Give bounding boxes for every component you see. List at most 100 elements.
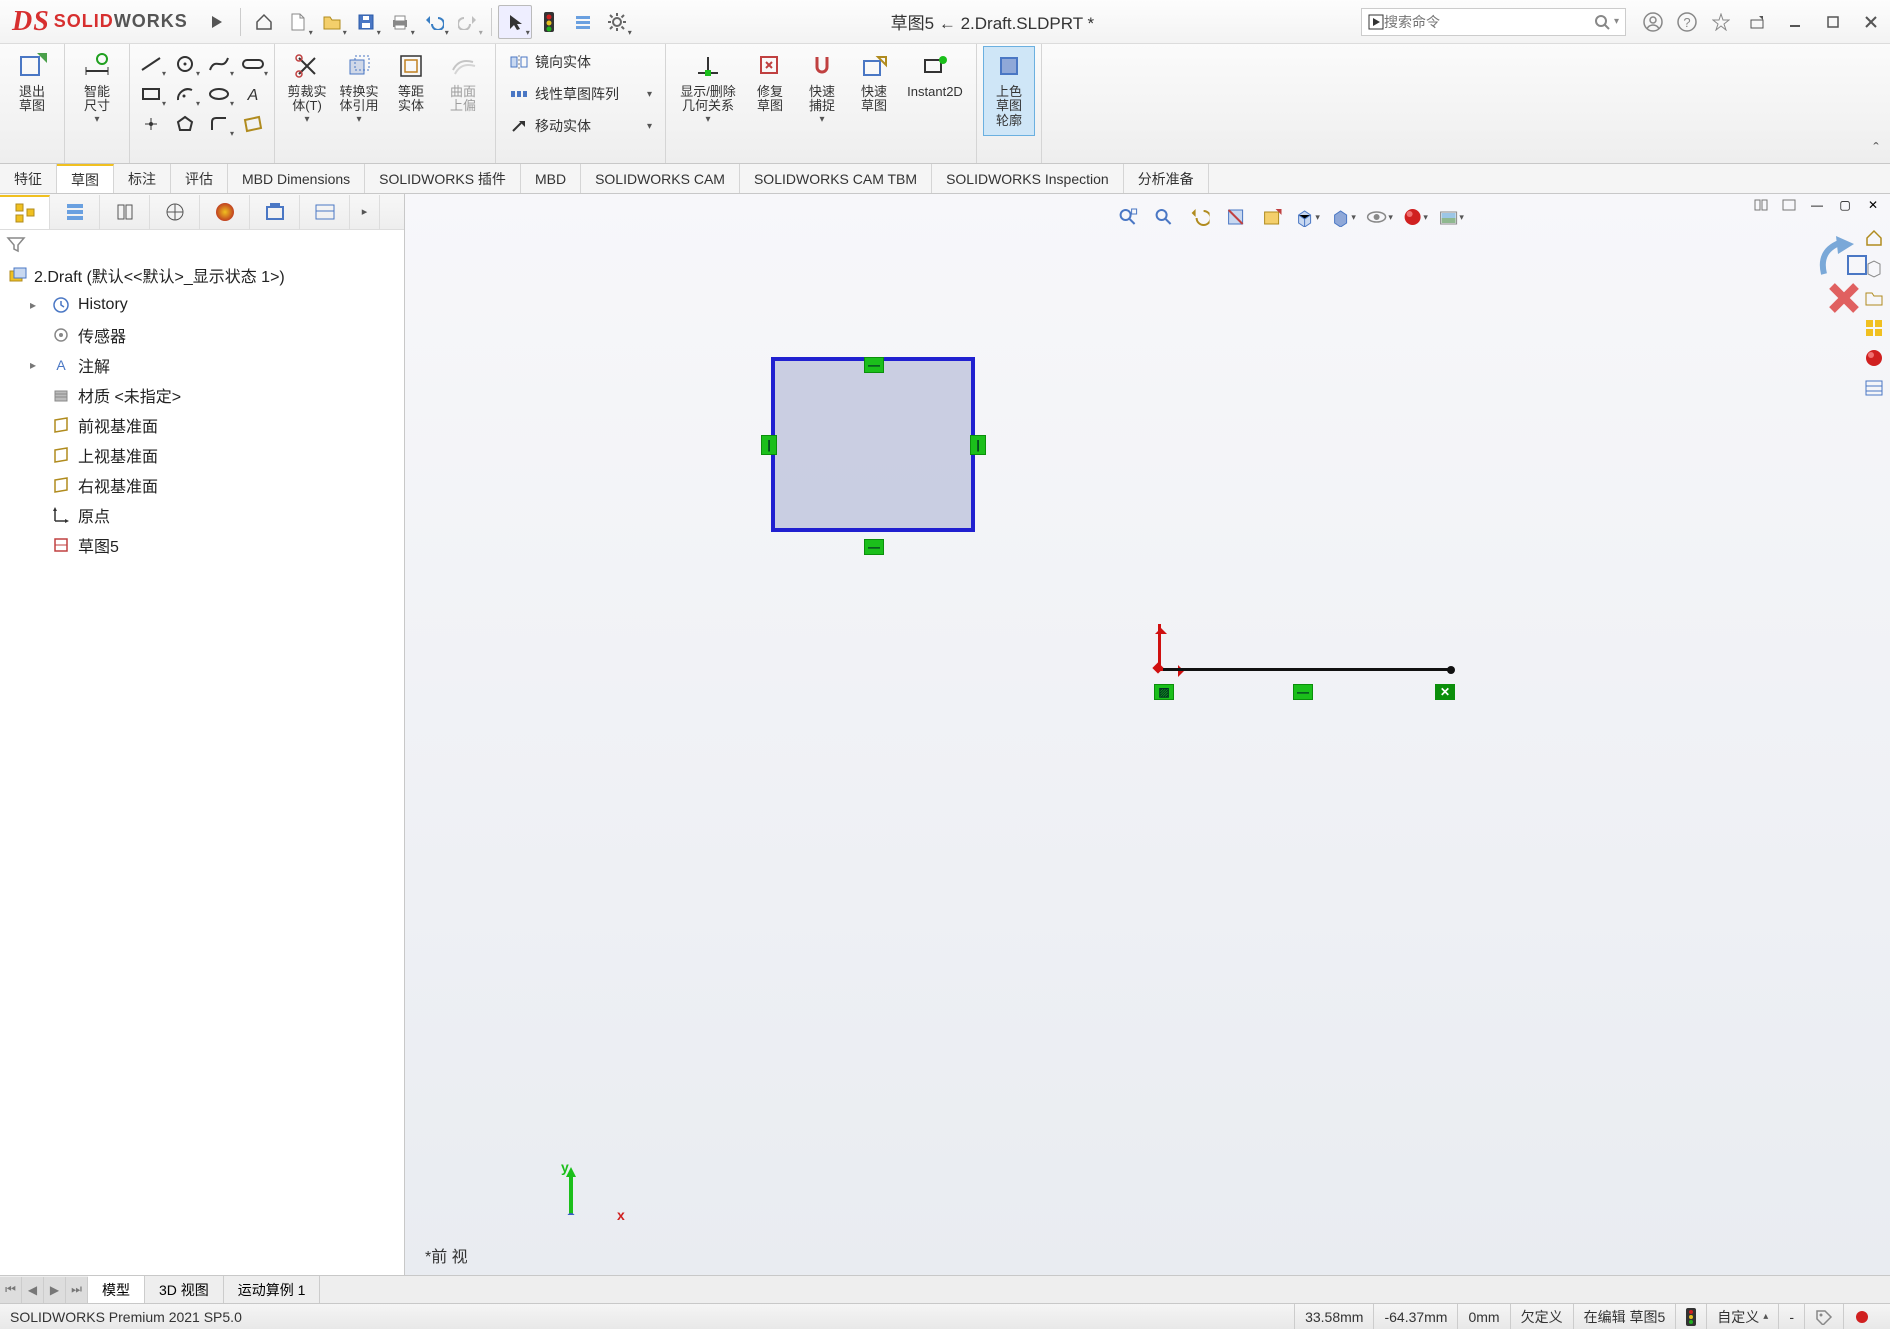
gear-icon[interactable]: ▾ — [600, 5, 634, 39]
point-tool-icon[interactable] — [136, 110, 166, 138]
previous-view-icon[interactable] — [1184, 202, 1214, 232]
repair-sketch-button[interactable]: 修复 草图 — [744, 46, 796, 136]
status-macro-icon[interactable] — [1843, 1304, 1880, 1329]
open-file-icon[interactable]: ▾ — [315, 5, 349, 39]
cancel-sketch-icon[interactable] — [1826, 280, 1862, 316]
polygon-tool-icon[interactable] — [170, 110, 200, 138]
dynamic-annotation-icon[interactable] — [1256, 202, 1286, 232]
circle-tool-icon[interactable]: ▾ — [170, 50, 200, 78]
move-entities-button[interactable]: 移动实体▾ — [502, 111, 659, 141]
smart-dimension-button[interactable]: 智能 尺寸 ▾ — [71, 46, 123, 136]
text-tool-icon[interactable]: A — [238, 80, 268, 108]
relation-vertical-right-icon[interactable]: | — [970, 435, 986, 455]
line-tool-icon[interactable]: ▾ — [136, 50, 166, 78]
relation-horizontal-line-icon[interactable]: — — [1293, 684, 1313, 700]
select-cursor-icon[interactable]: ▾ — [498, 5, 532, 39]
save-icon[interactable]: ▾ — [349, 5, 383, 39]
doc-window-icon[interactable] — [1776, 194, 1802, 216]
instant2d-button[interactable]: Instant2D — [900, 46, 970, 136]
tab-nav-last-icon[interactable]: ⏭ — [66, 1277, 88, 1303]
tab-cam-tbm[interactable]: SOLIDWORKS CAM TBM — [740, 164, 932, 193]
panel-tab-property-manager-icon[interactable] — [50, 195, 100, 229]
tab-inspection[interactable]: SOLIDWORKS Inspection — [932, 164, 1124, 193]
minimize-inner-icon[interactable] — [1738, 7, 1776, 37]
arc-tool-icon[interactable]: ▾ — [170, 80, 200, 108]
panel-tab-dimxpert-icon[interactable] — [150, 195, 200, 229]
bottom-tab-motion[interactable]: 运动算例 1 — [224, 1276, 321, 1303]
panel-tab-more-icon[interactable]: ▸ — [350, 195, 380, 229]
command-search[interactable]: ▾ — [1361, 8, 1626, 36]
undo-icon[interactable]: ▾ — [417, 5, 451, 39]
panel-tab-cam-manager-icon[interactable] — [250, 195, 300, 229]
bottom-tab-model[interactable]: 模型 — [88, 1276, 145, 1303]
relation-horizontal-top-icon[interactable]: — — [864, 357, 884, 373]
shaded-sketch-contour-button[interactable]: 上色 草图 轮廓 — [983, 46, 1035, 136]
relation-horizontal-bottom-icon[interactable]: — — [864, 539, 884, 555]
doc-minimize-icon[interactable]: — — [1804, 194, 1830, 216]
tab-mbd[interactable]: MBD — [521, 164, 581, 193]
apply-scene-icon[interactable]: ▾ — [1436, 202, 1466, 232]
close-icon[interactable] — [1852, 7, 1890, 37]
status-unit-system[interactable]: 自定义 ▴ — [1706, 1304, 1778, 1329]
command-search-input[interactable] — [1384, 14, 1594, 30]
quick-snap-button[interactable]: 快速 捕捉▾ — [796, 46, 848, 136]
slot-tool-icon[interactable]: ▾ — [238, 50, 268, 78]
tree-sensors[interactable]: 传感器 — [0, 320, 404, 350]
sketch-line[interactable] — [1163, 668, 1453, 671]
panel-tab-config-manager-icon[interactable] — [100, 195, 150, 229]
tab-nav-prev-icon[interactable]: ◀ — [22, 1277, 44, 1303]
taskpane-view-palette-icon[interactable] — [1860, 314, 1888, 342]
rapid-sketch-button[interactable]: 快速 草图 — [848, 46, 900, 136]
taskpane-design-library-icon[interactable] — [1860, 254, 1888, 282]
zoom-area-icon[interactable] — [1148, 202, 1178, 232]
help-icon[interactable]: ? — [1670, 5, 1704, 39]
rectangle-tool-icon[interactable]: ▾ — [136, 80, 166, 108]
play-icon[interactable] — [200, 5, 234, 39]
section-view-icon[interactable] — [1220, 202, 1250, 232]
search-icon[interactable] — [1594, 14, 1610, 30]
panel-tab-cam-plan-icon[interactable] — [300, 195, 350, 229]
tab-nav-next-icon[interactable]: ▶ — [44, 1277, 66, 1303]
doc-maximize-icon[interactable]: ▢ — [1832, 194, 1858, 216]
traffic-light-icon[interactable] — [532, 5, 566, 39]
edit-appearance-icon[interactable]: ▾ — [1400, 202, 1430, 232]
tab-annotate[interactable]: 标注 — [114, 164, 171, 193]
print-icon[interactable]: ▾ — [383, 5, 417, 39]
tab-analysis[interactable]: 分析准备 — [1124, 164, 1209, 193]
status-tags-icon[interactable] — [1804, 1304, 1843, 1329]
tab-features[interactable]: 特征 — [0, 164, 57, 193]
doc-close-icon[interactable]: ✕ — [1860, 194, 1886, 216]
tree-right-plane[interactable]: 右视基准面 — [0, 470, 404, 500]
tree-top-plane[interactable]: 上视基准面 — [0, 440, 404, 470]
offset-entities-button[interactable]: 等距 实体 — [385, 46, 437, 136]
new-file-icon[interactable]: ▾ — [281, 5, 315, 39]
tree-material[interactable]: 材质 <未指定> — [0, 380, 404, 410]
tab-evaluate[interactable]: 评估 — [171, 164, 228, 193]
status-rebuild-icon[interactable] — [1675, 1304, 1706, 1329]
exit-sketch-button[interactable]: 退出 草图 — [6, 46, 58, 136]
tab-nav-first-icon[interactable]: ⏮ — [0, 1277, 22, 1303]
options-list-icon[interactable] — [566, 5, 600, 39]
taskpane-home-icon[interactable] — [1860, 224, 1888, 252]
graphics-area[interactable]: — ▢ ✕ ▾ ▾ ▾ ▾ ▾ — — | | ▨ — — [405, 194, 1890, 1275]
hide-show-icon[interactable]: ▾ — [1364, 202, 1394, 232]
relation-endpoint-icon[interactable]: ✕ — [1435, 684, 1455, 700]
trim-entities-button[interactable]: 剪裁实 体(T)▾ — [281, 46, 333, 136]
show-relations-button[interactable]: 显示/删除 几何关系▾ — [672, 46, 744, 136]
bottom-tab-3dview[interactable]: 3D 视图 — [145, 1276, 224, 1303]
maximize-icon[interactable] — [1814, 7, 1852, 37]
surface-offset-button[interactable]: 曲面 上偏 — [437, 46, 489, 136]
spline-tool-icon[interactable]: ▾ — [204, 50, 234, 78]
zoom-fit-icon[interactable] — [1112, 202, 1142, 232]
view-orientation-icon[interactable]: ▾ — [1292, 202, 1322, 232]
relation-coincident-icon[interactable]: ▨ — [1154, 684, 1174, 700]
sketch-rectangle[interactable] — [771, 357, 975, 532]
tab-cam[interactable]: SOLIDWORKS CAM — [581, 164, 740, 193]
tree-annotations[interactable]: ▸A注解 — [0, 350, 404, 380]
panel-tab-display-manager-icon[interactable] — [200, 195, 250, 229]
tab-mbd-dimensions[interactable]: MBD Dimensions — [228, 164, 365, 193]
tree-front-plane[interactable]: 前视基准面 — [0, 410, 404, 440]
panel-tab-feature-tree-icon[interactable] — [0, 195, 50, 229]
redo-icon[interactable]: ▾ — [451, 5, 485, 39]
home-icon[interactable] — [247, 5, 281, 39]
